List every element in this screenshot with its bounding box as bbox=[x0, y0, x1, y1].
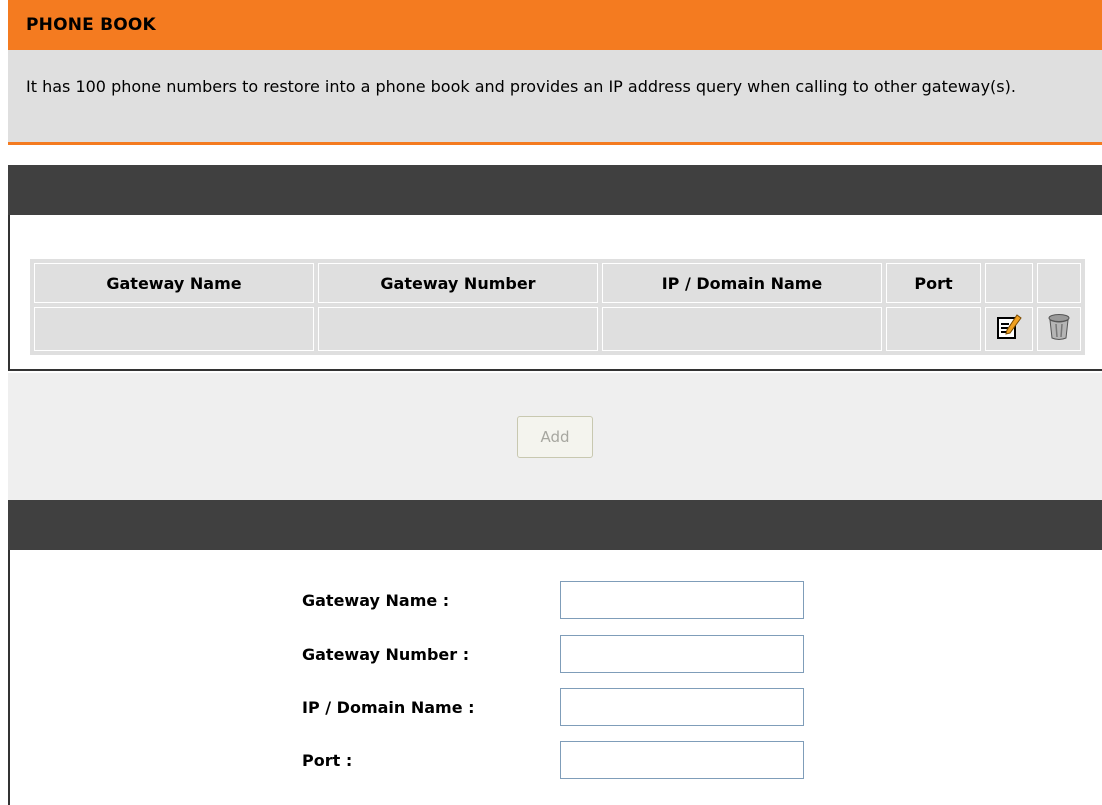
table-header-row: Gateway Name Gateway Number IP / Domain … bbox=[34, 263, 1081, 303]
column-header-delete bbox=[1037, 263, 1081, 303]
gateway-name-input[interactable] bbox=[560, 581, 804, 619]
form-row-gateway-number: Gateway Number : bbox=[302, 634, 804, 674]
page-header: PHONE BOOK It has 100 phone numbers to r… bbox=[8, 0, 1102, 148]
column-header-ip-domain: IP / Domain Name bbox=[602, 263, 882, 303]
cell-port bbox=[886, 307, 981, 351]
form-row-gateway-name: Gateway Name : bbox=[302, 580, 804, 620]
add-button[interactable]: Add bbox=[517, 416, 593, 458]
form-row-ip-domain: IP / Domain Name : bbox=[302, 687, 804, 727]
edit-icon[interactable] bbox=[996, 314, 1022, 340]
cell-gateway-name bbox=[34, 307, 314, 351]
cell-delete bbox=[1037, 307, 1081, 351]
column-header-port: Port bbox=[886, 263, 981, 303]
gateway-number-label: Gateway Number : bbox=[302, 644, 470, 664]
trash-icon[interactable] bbox=[1047, 313, 1071, 341]
cell-edit bbox=[985, 307, 1033, 351]
port-label: Port : bbox=[302, 750, 353, 770]
column-header-gateway-name: Gateway Name bbox=[34, 263, 314, 303]
button-area: Add bbox=[8, 373, 1102, 500]
form-row-port: Port : bbox=[302, 740, 804, 780]
column-header-gateway-number: Gateway Number bbox=[318, 263, 598, 303]
section-header-bar bbox=[8, 500, 1102, 550]
gateway-number-input[interactable] bbox=[560, 635, 804, 673]
add-gateway-section: Gateway Name : Gateway Number : IP / Dom… bbox=[8, 500, 1102, 805]
phone-book-list-section: Gateway Name Gateway Number IP / Domain … bbox=[8, 165, 1102, 371]
ip-domain-input[interactable] bbox=[560, 688, 804, 726]
section-header-bar bbox=[8, 165, 1102, 215]
title-bar: PHONE BOOK bbox=[8, 0, 1102, 50]
page-description: It has 100 phone numbers to restore into… bbox=[8, 50, 1102, 145]
table-row bbox=[34, 307, 1081, 351]
column-header-edit bbox=[985, 263, 1033, 303]
cell-gateway-number bbox=[318, 307, 598, 351]
ip-domain-label: IP / Domain Name : bbox=[302, 697, 475, 717]
cell-ip-domain bbox=[602, 307, 882, 351]
gateway-table: Gateway Name Gateway Number IP / Domain … bbox=[30, 259, 1085, 355]
port-input[interactable] bbox=[560, 741, 804, 779]
page-title: PHONE BOOK bbox=[26, 15, 156, 35]
gateway-name-label: Gateway Name : bbox=[302, 590, 450, 610]
